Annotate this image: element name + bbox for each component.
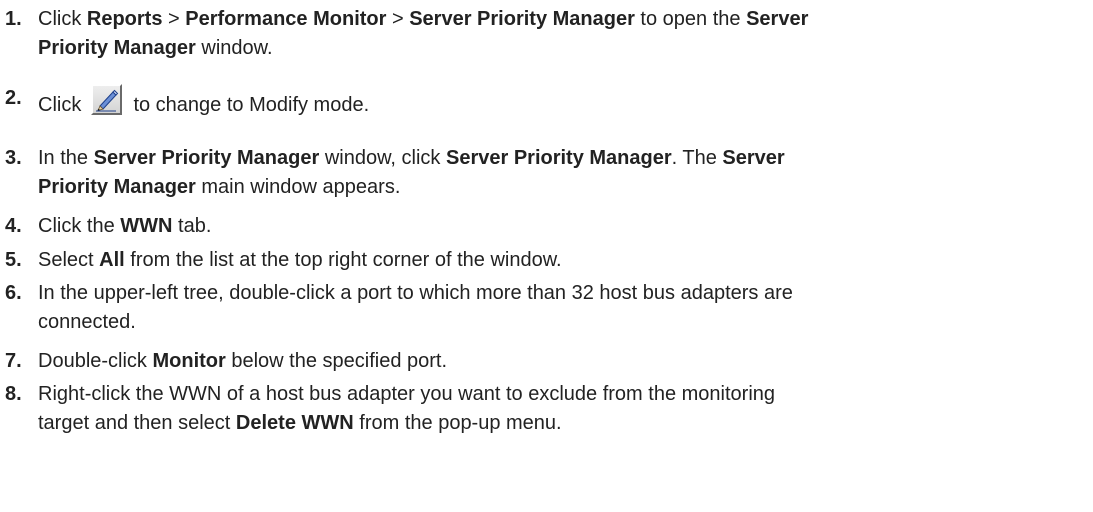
ui-term: Performance Monitor — [185, 8, 387, 30]
ui-term: Server Priority Manager — [445, 147, 672, 169]
step-text-run: > — [162, 8, 186, 30]
step-text-run: main window appears. — [195, 176, 401, 198]
step-number: 5. — [5, 249, 22, 271]
step-text-run: to open the — [634, 8, 747, 30]
step-number: 1. — [5, 8, 22, 30]
ui-term: Priority Manager — [38, 176, 196, 198]
modify-pen-icon — [95, 89, 119, 112]
ui-term: Delete WWN — [235, 412, 354, 434]
step-text-run: Click — [38, 94, 87, 116]
step-text-run: Double-click — [38, 350, 153, 372]
step-text-run: target and then select — [38, 412, 236, 434]
step-text: Select All from the list at the top righ… — [38, 246, 1088, 275]
step-text-run: from the pop-up menu. — [353, 412, 562, 434]
step-text-run: connected. — [38, 311, 136, 333]
step-text-run: from the list at the top right corner of… — [124, 249, 562, 271]
ui-term: WWN — [120, 215, 173, 237]
step-text-run: below the specified port. — [225, 350, 448, 372]
step-text-run: Select — [38, 249, 100, 271]
step-text-run: . The — [671, 147, 723, 169]
step-text: Double-click Monitor below the specified… — [38, 347, 1088, 376]
step-number: 8. — [5, 383, 22, 405]
step-text-run: window, click — [319, 147, 446, 169]
step-number: 4. — [5, 215, 22, 237]
step-text-run: Click the — [38, 215, 121, 237]
step-number: 6. — [5, 282, 22, 304]
step-text: Click to change to Modify mode. — [38, 84, 1088, 120]
ui-term: Server Priority Manager — [409, 8, 635, 30]
step-number: 7. — [5, 350, 22, 372]
step-text-run: In the — [38, 147, 94, 169]
ui-term: Server — [746, 8, 809, 30]
step-number: 2. — [5, 87, 22, 109]
step-text-run: In the upper-left tree, double-click a p… — [38, 282, 793, 304]
ui-term: All — [99, 249, 125, 271]
ui-term: Priority Manager — [38, 37, 196, 59]
step-text: Click the WWN tab. — [38, 212, 1088, 241]
step-number: 3. — [5, 147, 22, 169]
modify-mode-button[interactable] — [90, 84, 122, 115]
ui-term: Server — [722, 147, 785, 169]
step-text-run: > — [386, 8, 410, 30]
step-text: Click Reports > Performance Monitor > Se… — [38, 5, 1088, 63]
step-text-run: Right-click the WWN of a host bus adapte… — [38, 383, 776, 405]
step-text-run: Click — [38, 8, 87, 30]
step-text: Right-click the WWN of a host bus adapte… — [38, 380, 1088, 438]
ui-term: Reports — [86, 8, 163, 30]
step-text-run: to change to Modify mode. — [127, 94, 370, 116]
step-text: In the Server Priority Manager window, c… — [38, 144, 1088, 202]
ui-term: Monitor — [152, 350, 226, 372]
step-text-run: tab. — [172, 215, 212, 237]
step-text: In the upper-left tree, double-click a p… — [38, 279, 1088, 337]
step-text-run: window. — [195, 37, 273, 59]
ui-term: Server Priority Manager — [93, 147, 320, 169]
